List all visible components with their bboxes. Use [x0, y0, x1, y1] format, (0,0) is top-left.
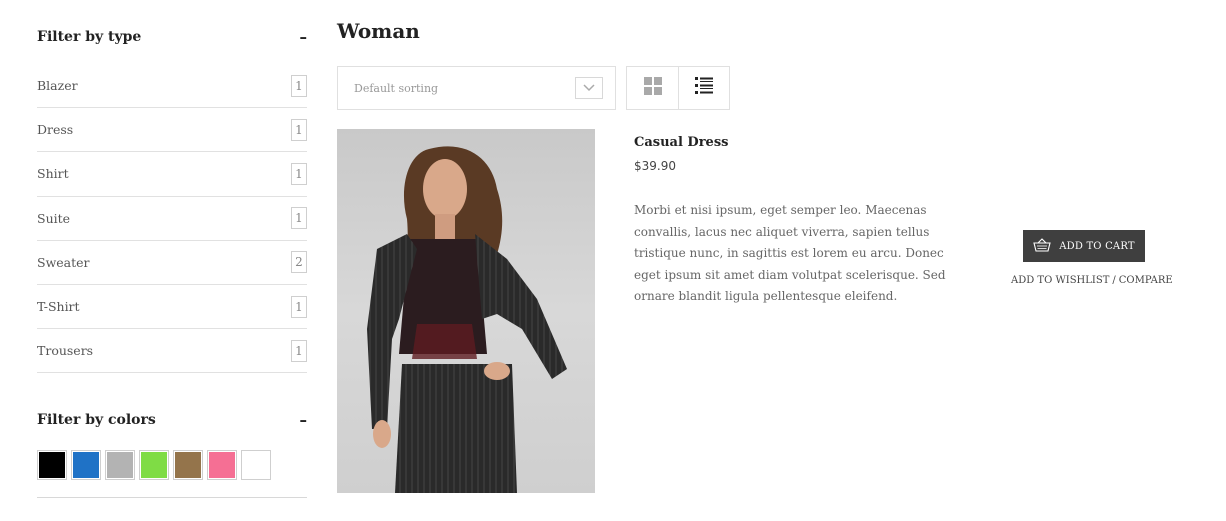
type-filter-item[interactable]: Sweater 2: [37, 241, 307, 285]
product-photo-illustration: [367, 146, 567, 493]
type-filter-count: 1: [291, 74, 307, 97]
color-swatch-blue[interactable]: [71, 450, 101, 480]
list-view-icon: [695, 77, 713, 99]
product-name[interactable]: Casual Dress: [634, 135, 728, 150]
grid-view-icon: [643, 77, 662, 99]
color-swatch-brown[interactable]: [173, 450, 203, 480]
type-filter-label: T-Shirt: [37, 299, 80, 315]
color-filter-title: Filter by colors: [37, 412, 156, 428]
sorting-select[interactable]: Default sorting: [337, 66, 616, 110]
type-filter-title: Filter by type: [37, 29, 142, 45]
color-swatch-grey[interactable]: [105, 450, 135, 480]
add-to-wishlist-link[interactable]: ADD TO WISHLIST: [1011, 275, 1109, 286]
color-filter-collapse-button[interactable]: –: [295, 411, 308, 429]
type-filter-item[interactable]: Trousers 1: [37, 329, 307, 374]
type-filter-label: Sweater: [37, 254, 90, 270]
divider: [37, 497, 307, 498]
swatch-fill: [140, 451, 168, 479]
product-image[interactable]: [337, 129, 595, 493]
color-swatch-green[interactable]: [139, 450, 169, 480]
color-filter-header: Filter by colors –: [37, 410, 307, 430]
type-filter-count: 1: [291, 118, 307, 141]
type-filter-item[interactable]: T-Shirt 1: [37, 285, 307, 330]
sorting-value: Default sorting: [354, 81, 439, 95]
add-to-cart-button[interactable]: ADD TO CART: [1023, 230, 1145, 262]
type-filter-count: 1: [291, 162, 307, 185]
swatch-fill: [242, 451, 270, 479]
type-filter-item[interactable]: Dress 1: [37, 108, 307, 153]
type-filter-count: 1: [291, 207, 307, 230]
type-filter-count: 1: [291, 295, 307, 318]
action-separator: /: [1112, 275, 1116, 286]
type-filter-header: Filter by type –: [37, 27, 307, 47]
page-title: Woman: [337, 19, 420, 43]
color-swatch-black[interactable]: [37, 450, 67, 480]
product-price: $39.90: [634, 159, 676, 173]
chevron-down-icon: [575, 77, 603, 99]
swatch-fill: [208, 451, 236, 479]
list-view-button[interactable]: [678, 67, 729, 109]
grid-view-button[interactable]: [627, 67, 678, 109]
color-swatch-white[interactable]: [241, 450, 271, 480]
type-filter-label: Blazer: [37, 78, 78, 94]
type-filter-item[interactable]: Blazer 1: [37, 64, 307, 109]
product-description: Morbi et nisi ipsum, eget semper leo. Ma…: [634, 203, 946, 303]
type-filter-label: Suite: [37, 210, 71, 226]
swatch-fill: [174, 451, 202, 479]
type-filter-label: Dress: [37, 122, 74, 138]
type-filter-count: 2: [291, 251, 307, 274]
view-mode-toggle: [626, 66, 730, 110]
swatch-fill: [106, 451, 134, 479]
product-secondary-actions: ADD TO WISHLIST / COMPARE: [1011, 275, 1173, 286]
add-to-cart-label: ADD TO CART: [1059, 240, 1135, 252]
type-filter-item[interactable]: Shirt 1: [37, 152, 307, 197]
compare-link[interactable]: COMPARE: [1119, 275, 1173, 286]
type-filter-list: Blazer 1 Dress 1 Shirt 1 Suite 1 Sweater…: [37, 64, 307, 374]
color-swatch-pink[interactable]: [207, 450, 237, 480]
type-filter-label: Trousers: [37, 343, 94, 359]
swatch-fill: [38, 451, 66, 479]
color-swatches: [37, 450, 275, 480]
basket-icon: [1033, 237, 1051, 255]
type-filter-collapse-button[interactable]: –: [295, 28, 308, 46]
type-filter-count: 1: [291, 339, 307, 362]
swatch-fill: [72, 451, 100, 479]
type-filter-item[interactable]: Suite 1: [37, 197, 307, 241]
type-filter-label: Shirt: [37, 166, 69, 182]
